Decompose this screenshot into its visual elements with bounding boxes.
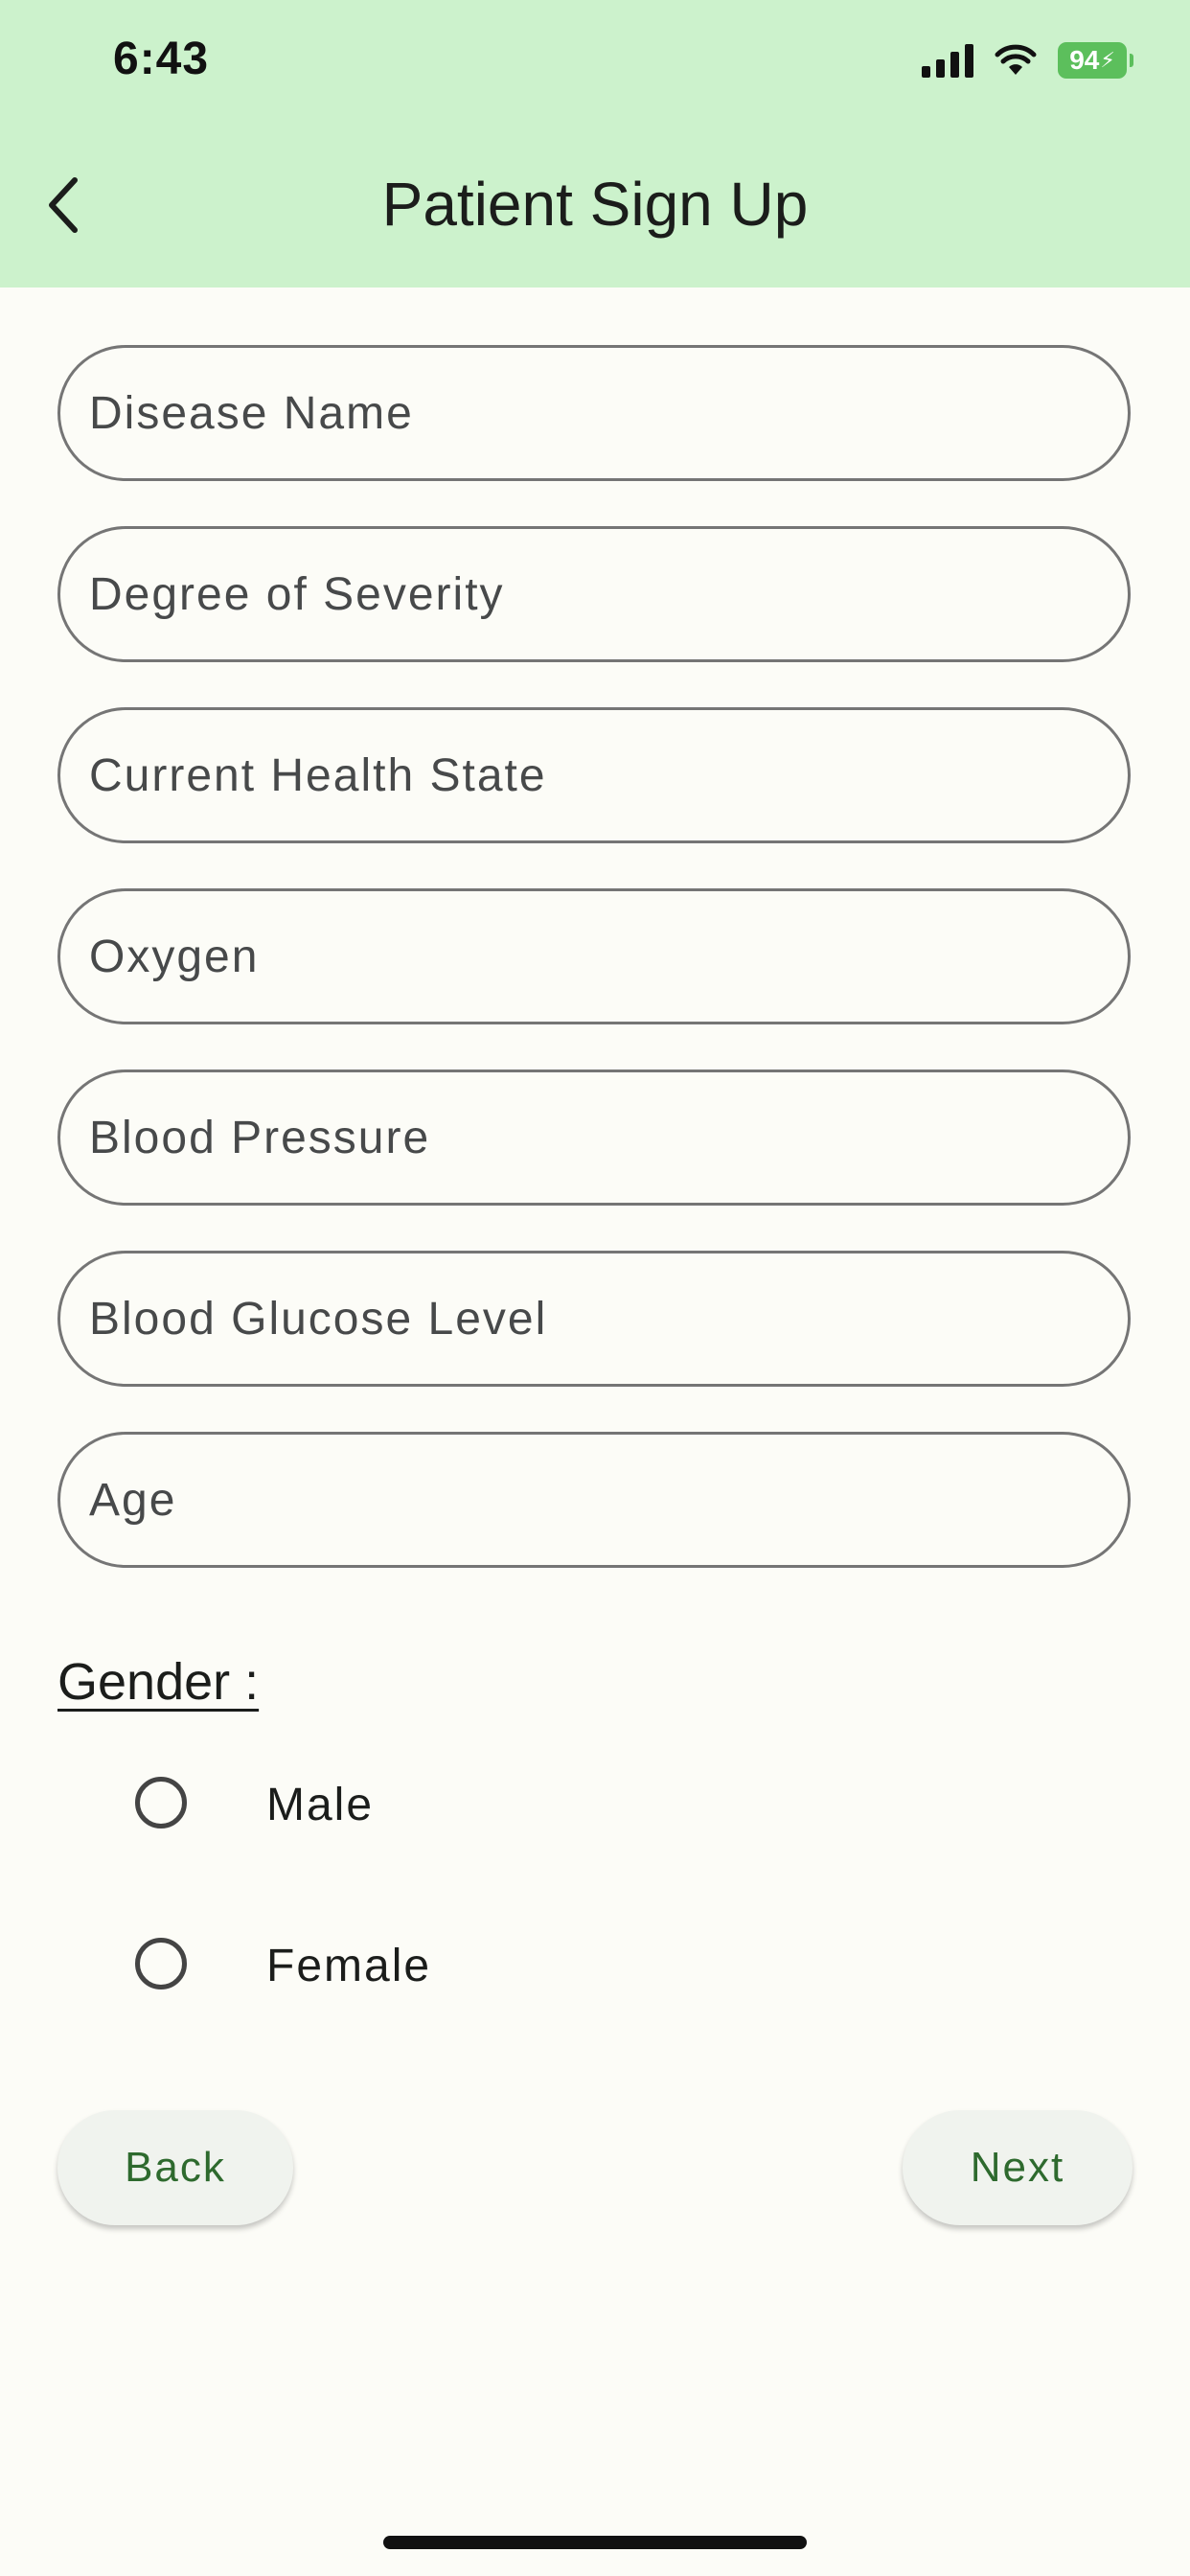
battery-charging-icon: 94 ⚡ (1058, 42, 1133, 79)
age-input[interactable] (57, 1432, 1131, 1568)
home-indicator[interactable] (383, 2536, 807, 2549)
status-icons: 94 ⚡ (922, 42, 1133, 79)
gender-option-male[interactable]: Male (57, 1750, 632, 1855)
app-bar: 6:43 94 ⚡ Patient Sign Up (0, 0, 1190, 288)
gender-option-female[interactable]: Female (57, 1911, 632, 2016)
disease-name-input[interactable] (57, 345, 1131, 481)
page-title: Patient Sign Up (381, 170, 809, 239)
oxygen-input[interactable] (57, 888, 1131, 1024)
cellular-signal-icon (922, 43, 973, 78)
wifi-icon (995, 44, 1037, 75)
female-label: Female (266, 1941, 432, 1991)
current-health-state-input[interactable] (57, 707, 1131, 843)
gender-label: Gender : (57, 1653, 260, 1711)
female-radio-button[interactable] (135, 1938, 187, 1990)
bolt-glyph: ⚡ (1100, 48, 1115, 72)
male-radio-button[interactable] (135, 1777, 187, 1828)
degree-of-severity-input[interactable] (57, 526, 1131, 662)
male-label: Male (266, 1780, 375, 1830)
battery-level: 94 (1069, 45, 1100, 75)
blood-glucose-level-input[interactable] (57, 1251, 1131, 1387)
back-button[interactable]: Back (57, 2110, 293, 2225)
blood-pressure-input[interactable] (57, 1070, 1131, 1206)
status-time: 6:43 (113, 34, 210, 84)
next-button[interactable]: Next (903, 2110, 1133, 2225)
